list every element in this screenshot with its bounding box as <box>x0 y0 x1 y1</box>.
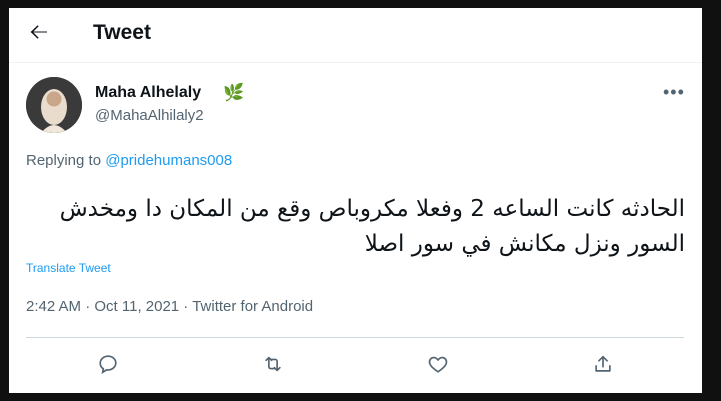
avatar[interactable] <box>26 77 82 133</box>
header: Tweet <box>9 8 702 63</box>
translate-tweet-link[interactable]: Translate Tweet <box>26 261 111 275</box>
reply-icon[interactable] <box>97 353 123 379</box>
divider <box>26 337 684 338</box>
tweet-text: الحادثه كانت الساعه 2 وفعلا مكروباص وقع … <box>59 196 685 257</box>
page-title: Tweet <box>93 21 151 44</box>
replying-to: Replying to @pridehumans008 <box>26 152 232 169</box>
retweet-icon[interactable] <box>262 353 288 379</box>
share-icon[interactable] <box>592 353 618 379</box>
name-emoji: 🌿 <box>223 83 245 102</box>
more-options-icon[interactable]: ••• <box>663 82 685 103</box>
like-icon[interactable] <box>427 353 453 379</box>
author-name[interactable]: Maha Alhelaly <box>95 84 201 102</box>
replying-handle-link[interactable]: @pridehumans008 <box>105 152 232 169</box>
replying-prefix: Replying to <box>26 152 106 169</box>
arrow-left-icon[interactable] <box>27 20 51 44</box>
tweet-card: Tweet Maha Alhelaly 🌿 @MahaAlhilaly2 •••… <box>9 8 702 393</box>
author-handle[interactable]: @MahaAlhilaly2 <box>95 107 204 124</box>
tweet-meta: 2:42 AM · Oct 11, 2021 · Twitter for And… <box>26 298 314 315</box>
